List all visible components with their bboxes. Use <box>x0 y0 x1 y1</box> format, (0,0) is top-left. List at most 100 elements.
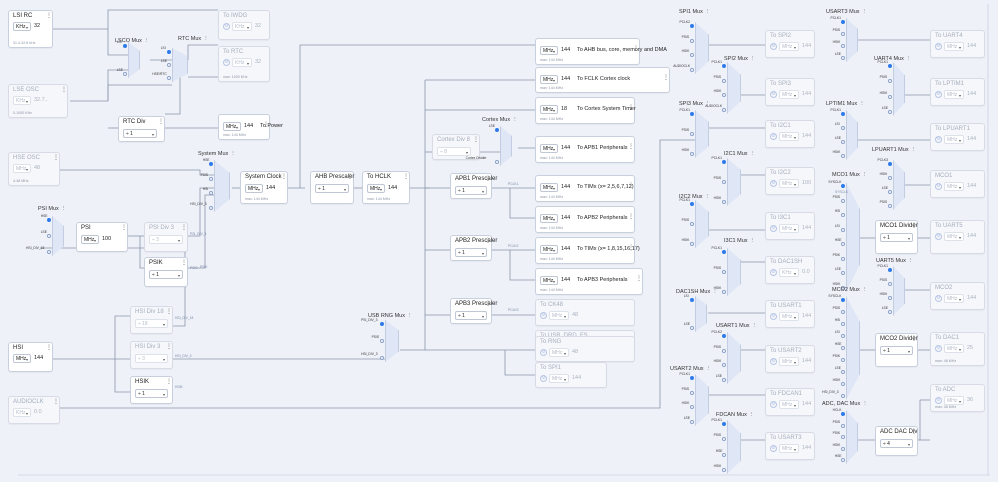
mux-input-dot[interactable] <box>722 180 726 184</box>
mux-input-dot[interactable] <box>841 44 845 48</box>
mux-input-dot[interactable] <box>690 152 694 156</box>
mux-input-dot[interactable] <box>690 376 694 380</box>
settings-icon[interactable]: ⚙ <box>935 91 942 98</box>
value-select[interactable]: MHz▾ <box>245 184 263 193</box>
value-select[interactable]: ÷ 1 ▾ <box>455 248 487 257</box>
more-options-icon[interactable]: ⋮ <box>628 105 634 111</box>
value-select[interactable]: MHz▾ <box>540 276 558 285</box>
mux-input-dot[interactable] <box>841 446 845 451</box>
settings-icon[interactable]: ⚙ <box>223 23 230 30</box>
more-options-icon[interactable]: ⋮ <box>512 117 518 123</box>
mux-input-dot[interactable] <box>690 68 694 72</box>
mux-input-dot[interactable] <box>841 435 845 439</box>
mux-input-dot[interactable] <box>690 420 694 424</box>
mux-input-dot[interactable] <box>841 198 845 203</box>
more-options-icon[interactable]: ⋮ <box>663 75 669 81</box>
mux-input-dot[interactable] <box>690 132 694 136</box>
more-options-icon[interactable]: ⋮ <box>706 366 712 372</box>
mux-input-dot[interactable] <box>722 348 726 353</box>
mux-input-dot[interactable] <box>722 200 726 204</box>
value-select[interactable]: MHz▾ <box>779 312 799 321</box>
settings-icon[interactable]: ⚙ <box>770 180 777 187</box>
mux-input-dot[interactable] <box>841 56 845 60</box>
settings-icon[interactable]: ⚙ <box>770 43 777 50</box>
mux-input-dot[interactable] <box>841 32 845 36</box>
more-options-icon[interactable]: ⋮ <box>911 147 917 153</box>
value-select[interactable]: MHz▾ <box>779 179 799 188</box>
mux-input-dot[interactable] <box>722 378 726 382</box>
more-options-icon[interactable]: ⋮ <box>144 38 150 44</box>
more-options-icon[interactable]: ⋮ <box>166 379 172 385</box>
more-options-icon[interactable]: ⋮ <box>628 245 634 251</box>
more-options-icon[interactable]: ⋮ <box>166 309 172 315</box>
more-options-icon[interactable]: ⋮ <box>752 323 758 329</box>
value-select[interactable]: ÷ 3 ▾ <box>149 235 183 244</box>
mux-input-dot[interactable] <box>690 326 694 330</box>
settings-icon[interactable]: ⚙ <box>935 345 942 352</box>
settings-icon[interactable]: ⚙ <box>770 401 777 408</box>
more-options-icon[interactable]: ⋮ <box>628 144 634 150</box>
value-select[interactable]: MHz▾ <box>944 294 964 303</box>
more-options-icon[interactable]: ⋮ <box>911 336 917 342</box>
value-select[interactable]: ÷ 1 ▾ <box>149 270 183 279</box>
mux-input-dot[interactable] <box>841 126 845 130</box>
mux-input-dot[interactable] <box>209 176 213 181</box>
value-select[interactable]: ÷ 1 ▾ <box>123 129 157 138</box>
value-select[interactable]: MHz▾ <box>779 400 799 409</box>
mux-input-dot[interactable] <box>888 282 892 286</box>
mux-input-dot[interactable] <box>888 190 892 194</box>
value-select[interactable]: ÷ 1 ▾ <box>135 389 168 398</box>
more-options-icon[interactable]: ⋮ <box>403 174 409 180</box>
mux-input-dot[interactable] <box>380 356 384 360</box>
settings-icon[interactable]: ⚙ <box>770 269 777 276</box>
more-options-icon[interactable]: ⋮ <box>230 151 236 157</box>
value-select[interactable]: MHz▾ <box>367 184 385 193</box>
value-select[interactable]: MHz▾ <box>540 214 558 223</box>
more-options-icon[interactable]: ⋮ <box>485 301 491 307</box>
value-select[interactable]: MHz▾ <box>549 374 569 383</box>
more-options-icon[interactable]: ⋮ <box>636 276 642 282</box>
value-select[interactable]: MHz▾ <box>13 164 31 173</box>
more-options-icon[interactable]: ⋮ <box>485 238 491 244</box>
value-select[interactable]: MHz▾ <box>779 224 799 233</box>
value-select[interactable]: MHz▾ <box>540 245 558 254</box>
mux-input-dot[interactable] <box>690 298 694 302</box>
value-select[interactable]: MHz▾ <box>779 357 799 366</box>
mux-input-dot[interactable] <box>722 270 726 274</box>
mux-input-dot[interactable] <box>123 44 127 48</box>
more-options-icon[interactable]: ⋮ <box>61 206 67 212</box>
more-options-icon[interactable]: ⋮ <box>750 56 756 62</box>
mux-input-dot[interactable] <box>722 290 726 294</box>
value-select[interactable]: KHz ▾ <box>232 58 252 67</box>
mux-input-dot[interactable] <box>167 63 171 67</box>
more-options-icon[interactable]: ⋮ <box>859 101 865 107</box>
value-select[interactable]: MHz▾ <box>223 122 241 131</box>
mux-input-dot[interactable] <box>47 234 51 238</box>
mux-input-dot[interactable] <box>209 162 213 166</box>
mux-input-dot[interactable] <box>841 346 845 350</box>
value-select[interactable]: MHz▾ <box>81 235 99 244</box>
settings-icon[interactable]: ⚙ <box>770 133 777 140</box>
mux-input-dot[interactable] <box>841 140 845 144</box>
more-options-icon[interactable]: ⋮ <box>908 258 914 264</box>
value-select[interactable]: MHz▾ <box>779 132 799 141</box>
settings-icon[interactable]: ⚙ <box>770 445 777 452</box>
settings-icon[interactable]: ⚙ <box>770 225 777 232</box>
mux-input-dot[interactable] <box>841 227 845 232</box>
mux-input-dot[interactable] <box>841 154 845 158</box>
value-select[interactable]: ÷ 3 ▾ <box>135 354 168 363</box>
value-select[interactable]: ÷ 1 ▾ <box>455 186 487 195</box>
more-options-icon[interactable]: ⋮ <box>705 9 711 15</box>
settings-icon[interactable]: ⚙ <box>935 295 942 302</box>
mux-input-dot[interactable] <box>841 298 845 302</box>
value-select[interactable]: MHz▾ <box>944 182 964 191</box>
mux-input-dot[interactable] <box>722 422 726 426</box>
value-select[interactable]: MHz▾ <box>549 348 569 357</box>
more-options-icon[interactable]: ⋮ <box>750 151 756 157</box>
mux-input-dot[interactable] <box>690 222 694 226</box>
mux-input-dot[interactable] <box>888 310 892 314</box>
mux-input-dot[interactable] <box>841 256 845 261</box>
mux-input-dot[interactable] <box>841 322 845 326</box>
mux-input-dot[interactable] <box>690 112 694 116</box>
more-options-icon[interactable]: ⋮ <box>712 289 718 295</box>
